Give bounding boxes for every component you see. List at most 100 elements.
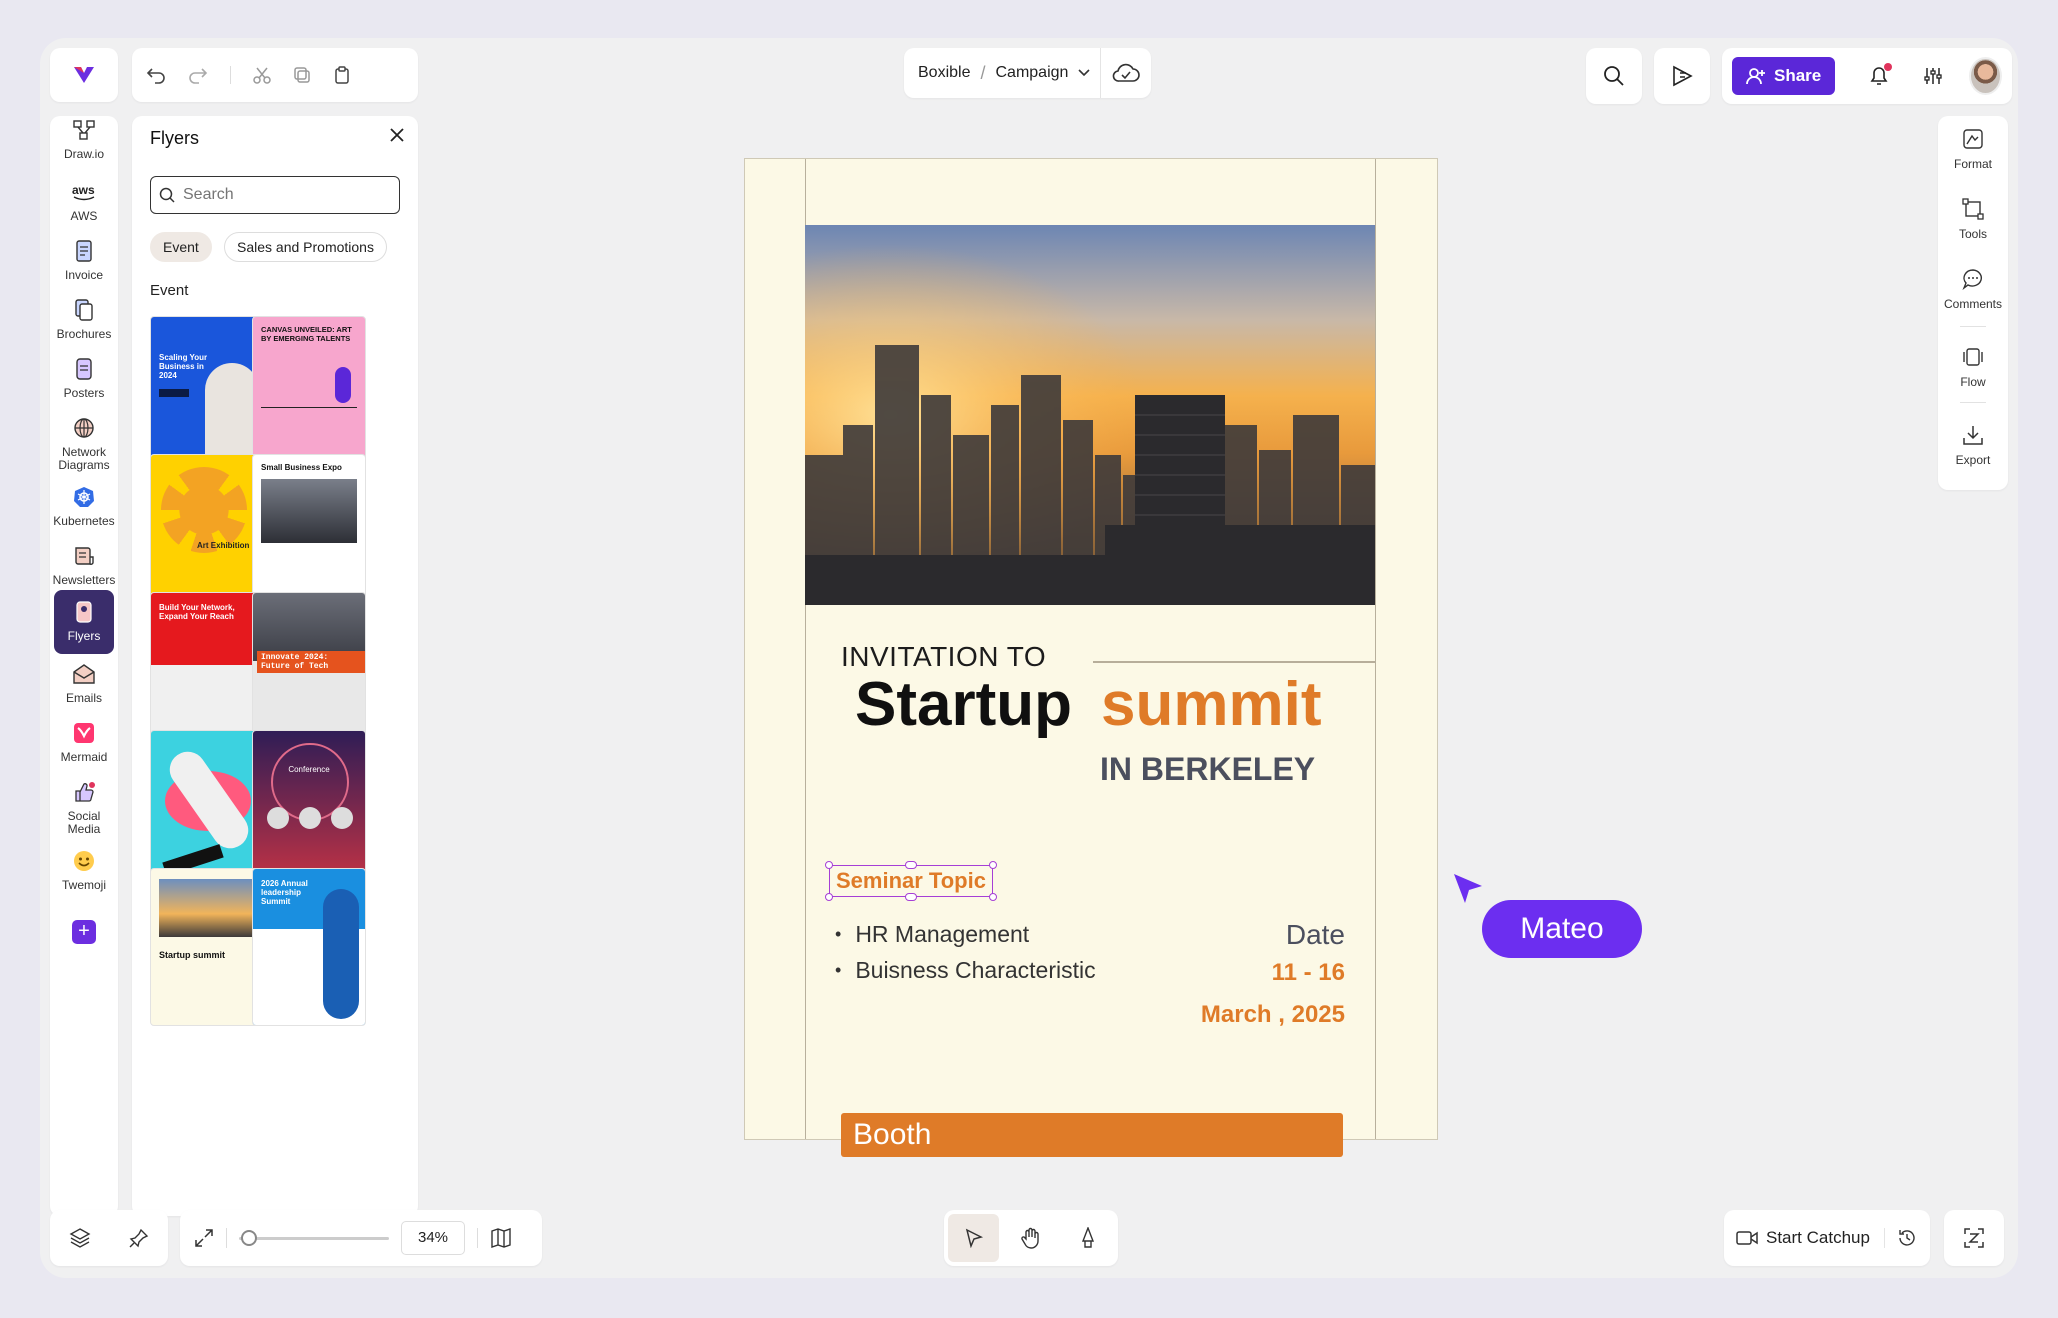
location-text[interactable]: IN BERKELEY [1100,751,1315,788]
rail-item-drawio[interactable]: Draw.io [50,116,118,161]
user-avatar[interactable] [1969,57,2002,95]
template-thumb[interactable]: Scaling Your Business in 2024 [150,316,264,474]
rail-item-invoice[interactable]: Invoice [50,237,118,282]
template-thumb[interactable]: Art Exhibition [150,454,264,612]
drawio-icon [50,116,118,144]
pin-icon[interactable] [129,1228,149,1248]
properties-rail: Format Tools Comments Flow Export [1938,116,2008,490]
city-skyline-photo[interactable] [805,225,1375,605]
search-input[interactable] [183,186,383,204]
template-thumb[interactable]: Small Business Expo [252,454,366,612]
template-thumb[interactable]: Innovate 2024: Future of Tech [252,592,366,750]
date-label[interactable]: Date [1286,919,1345,951]
canvas-tools [944,1210,1118,1266]
rail-item-brochures[interactable]: Brochures [50,296,118,341]
redo-icon[interactable] [188,66,208,84]
rail-item-format[interactable]: Format [1938,126,2008,171]
close-icon[interactable] [390,128,404,142]
undo-icon[interactable] [146,66,166,84]
zen-mode-button[interactable] [1944,1210,2004,1266]
fullscreen-icon[interactable] [194,1228,214,1248]
cut-icon[interactable] [253,66,271,84]
present-button[interactable] [1654,48,1710,104]
date-month[interactable]: March , 2025 [1201,1001,1345,1029]
template-thumb[interactable]: 2026 Annual leadership Summit [252,868,366,1026]
brochures-icon [50,296,118,324]
tools-icon [1938,196,2008,222]
topic-bullet[interactable]: HR Management [835,921,1029,948]
topic-bullet[interactable]: Buisness Characteristic [835,957,1095,984]
booth-banner[interactable]: Booth [841,1113,1343,1157]
rail-item-flow[interactable]: Flow [1938,344,2008,389]
settings-sliders-icon[interactable] [1923,66,1943,86]
rail-item-posters[interactable]: Posters [50,355,118,400]
panel-title: Flyers [150,128,199,148]
select-tool[interactable] [948,1214,1000,1262]
history-icon[interactable] [1883,1228,1917,1248]
notification-bell-icon[interactable] [1869,63,1893,87]
map-icon[interactable] [490,1228,512,1248]
rail-item-tools[interactable]: Tools [1938,196,2008,241]
filter-chip-event[interactable]: Event [150,232,212,262]
rail-item-flyers[interactable]: Flyers [54,590,114,654]
seminar-topic-text-selected[interactable]: Seminar Topic [825,861,997,901]
resize-handle[interactable] [825,893,833,901]
network-icon [50,414,118,442]
paste-icon[interactable] [333,66,351,84]
title-startup[interactable]: Startup [855,669,1072,740]
emails-icon [50,660,118,688]
edit-toolbar [132,48,418,102]
layers-icon[interactable] [69,1227,91,1249]
resize-handle[interactable] [988,861,997,869]
resize-handle[interactable] [904,893,917,901]
rail-item-export[interactable]: Export [1938,422,2008,467]
rail-item-twemoji[interactable]: Twemoji [50,847,118,892]
date-range[interactable]: 11 - 16 [1272,959,1345,987]
resize-handle[interactable] [825,861,833,869]
rail-item-network-diagrams[interactable]: Network Diagrams [50,414,118,472]
app-logo[interactable] [50,48,118,102]
video-camera-icon[interactable] [1736,1230,1758,1246]
template-thumb[interactable] [150,730,264,888]
rail-item-aws[interactable]: aws AWS [50,178,118,223]
rail-item-comments[interactable]: Comments [1938,266,2008,311]
chevron-down-icon[interactable] [1078,69,1091,77]
rail-item-newsletters[interactable]: Newsletters [50,542,118,587]
zoom-slider-handle[interactable] [241,1229,257,1246]
hand-icon [1020,1227,1042,1249]
search-button[interactable] [1586,48,1642,104]
share-button[interactable]: Share [1732,57,1836,95]
resize-handle[interactable] [988,893,997,901]
divider [477,1228,478,1248]
twemoji-icon [50,847,118,875]
zoom-level[interactable]: 34% [401,1221,465,1255]
add-category-button[interactable]: + [72,920,96,944]
cloud-sync-icon[interactable] [1100,48,1141,98]
resize-handle[interactable] [904,861,917,869]
rail-label: Tools [1958,227,1987,241]
rail-item-emails[interactable]: Emails [50,660,118,705]
breadcrumb-workspace[interactable]: Boxible [918,64,970,82]
title-summit[interactable]: summit [1101,669,1321,740]
thumb-title: Startup summit [159,950,226,960]
thumb-photo-strip [323,889,359,1019]
template-thumb[interactable]: CANVAS UNVEILED: ART BY EMERGING TALENTS [252,316,366,474]
rail-item-mermaid[interactable]: Mermaid [50,719,118,764]
template-thumb[interactable]: Conference [252,730,366,888]
notification-dot [1884,63,1893,71]
rail-item-kubernetes[interactable]: Kubernetes [50,483,118,528]
search-field[interactable] [150,176,400,214]
zoom-slider[interactable] [239,1229,389,1246]
pan-tool[interactable] [1005,1214,1056,1262]
rail-item-social-media[interactable]: Social Media [50,778,118,836]
breadcrumb-project[interactable]: Campaign [996,64,1069,82]
zen-mode-icon [1963,1227,1985,1249]
filter-chip-sales[interactable]: Sales and Promotions [224,232,387,262]
start-catchup-button[interactable]: Start Catchup [1766,1228,1870,1248]
flyer-artboard[interactable]: INVITATION TO Startup summit IN BERKELEY… [744,158,1438,1157]
pen-tool[interactable] [1063,1214,1114,1262]
flyers-icon [54,598,114,626]
copy-icon[interactable] [293,66,311,84]
template-thumb[interactable]: Startup summit [150,868,264,1026]
template-thumb[interactable]: Build Your Network, Expand Your Reach [150,592,264,750]
